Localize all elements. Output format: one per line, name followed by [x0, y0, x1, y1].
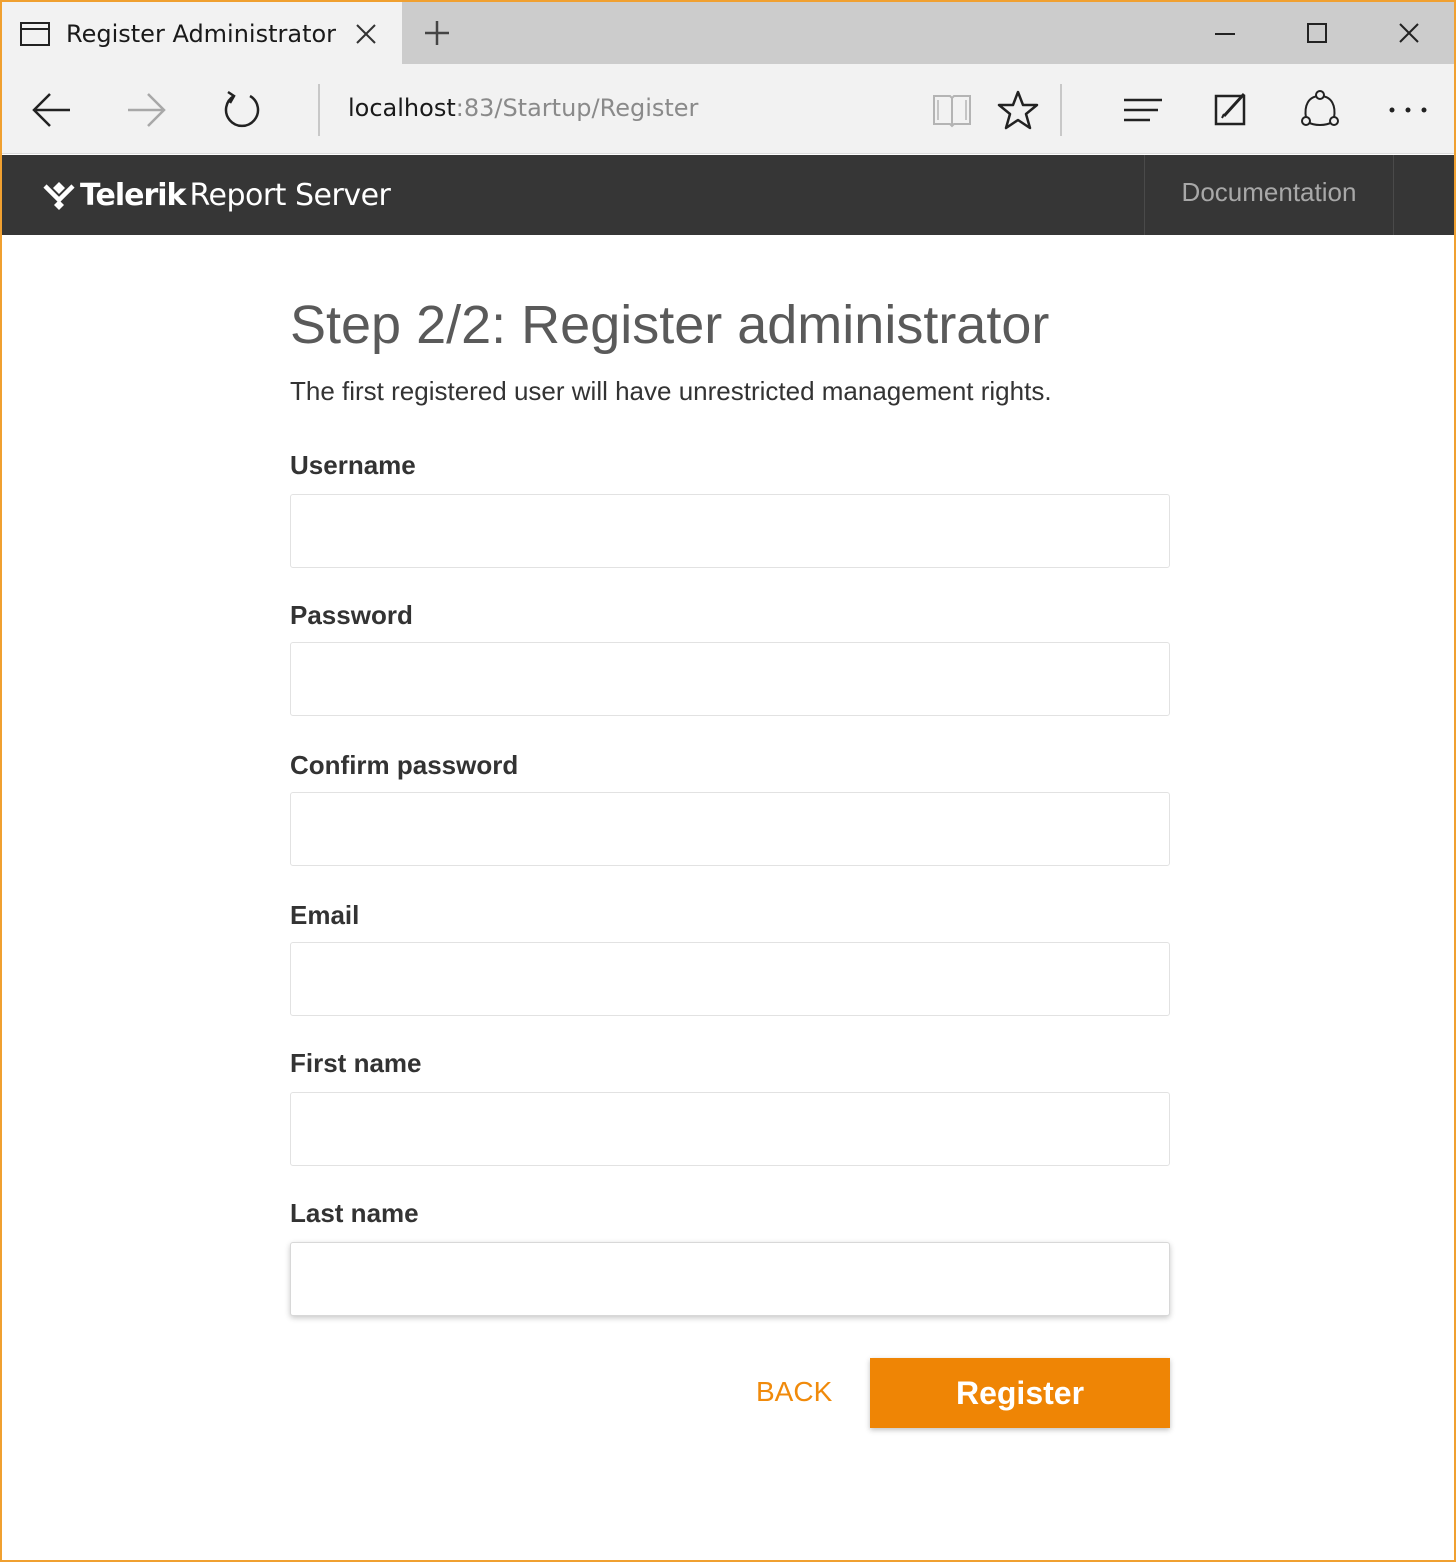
browser-tab[interactable]: Register Administrator | Telerik Report …	[2, 2, 402, 64]
email-input[interactable]	[290, 942, 1170, 1016]
star-icon[interactable]	[996, 88, 1040, 132]
window-close-icon[interactable]	[1394, 18, 1424, 48]
address-bar[interactable]: localhost:83/Startup/Register	[348, 94, 908, 128]
hub-icon[interactable]	[1122, 88, 1166, 132]
username-label: Username	[290, 450, 416, 480]
last-name-label: Last name	[290, 1198, 419, 1228]
first-name-input[interactable]	[290, 1092, 1170, 1166]
page-subtitle: The first registered user will have unre…	[290, 376, 1052, 406]
confirm-password-input[interactable]	[290, 792, 1170, 866]
close-icon[interactable]	[354, 22, 378, 46]
tab-title: Register Administrator | Telerik Report …	[66, 20, 336, 48]
maximize-icon[interactable]	[1302, 18, 1332, 48]
address-host: localhost	[348, 94, 456, 122]
plus-icon[interactable]	[422, 18, 452, 48]
confirm-password-label: Confirm password	[290, 750, 519, 780]
divider	[1060, 84, 1062, 136]
pen-note-icon[interactable]	[1210, 88, 1254, 132]
register-button[interactable]: Register	[870, 1358, 1170, 1428]
password-label: Password	[290, 600, 413, 630]
share-icon[interactable]	[1298, 88, 1342, 132]
documentation-link[interactable]: Documentation	[1144, 155, 1394, 235]
username-input[interactable]	[290, 494, 1170, 568]
logo-brand: Telerik	[80, 177, 186, 213]
more-icon[interactable]	[1386, 88, 1430, 132]
arrow-right-icon[interactable]	[124, 88, 168, 132]
logo-product: Report Server	[189, 177, 391, 213]
page-title: Step 2/2: Register administrator	[290, 295, 1050, 355]
browser-window: Register Administrator | Telerik Report …	[0, 0, 1456, 1562]
minimize-icon[interactable]	[1210, 18, 1240, 48]
email-label: Email	[290, 900, 360, 930]
title-bar: Register Administrator | Telerik Report …	[2, 2, 1454, 64]
arrow-left-icon[interactable]	[30, 88, 74, 132]
navigation-bar: localhost:83/Startup/Register	[2, 64, 1454, 154]
password-input[interactable]	[290, 642, 1170, 716]
refresh-icon[interactable]	[220, 88, 264, 132]
book-icon[interactable]	[930, 88, 974, 132]
telerik-logo-icon	[43, 182, 75, 210]
last-name-input[interactable]	[290, 1242, 1170, 1316]
address-path: :83/Startup/Register	[455, 94, 699, 122]
divider	[318, 84, 320, 136]
first-name-label: First name	[290, 1048, 422, 1078]
back-link[interactable]: BACK	[756, 1376, 832, 1408]
browser-tab-icon	[20, 22, 50, 46]
app-header: Telerik Report Server Documentation	[2, 155, 1454, 235]
app-logo[interactable]: Telerik Report Server	[42, 175, 391, 215]
